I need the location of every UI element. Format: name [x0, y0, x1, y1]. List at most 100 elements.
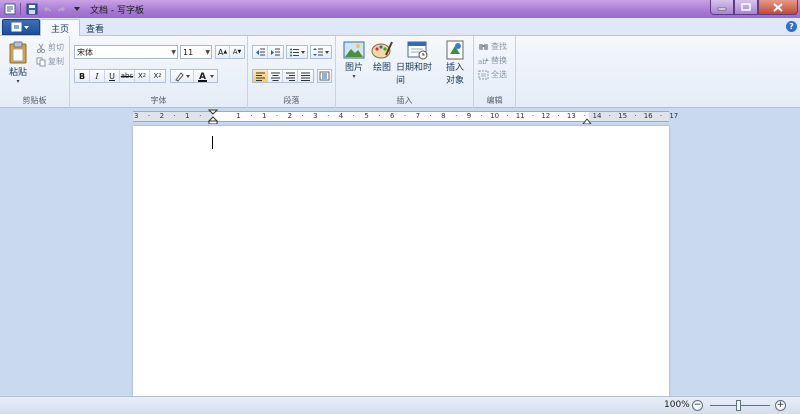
ruler-tick-label: 2 [287, 112, 293, 120]
app-menu-button[interactable] [2, 19, 40, 35]
ruler-tick-label: 5 [364, 112, 369, 120]
ruler-tick-label: 9 [466, 112, 472, 120]
horizontal-ruler[interactable]: 3 · 2 · 1 · 1 · 1 · 2 · 3 · 4 · 5 · 6 · 7 · 8 · 9 · 10 · 11 · 12 · 13 · 14… [133, 109, 678, 125]
list-button[interactable] [286, 45, 308, 59]
picture-label: 图片 [344, 63, 363, 73]
italic-icon[interactable]: I [90, 70, 105, 82]
align-center-icon[interactable] [268, 70, 283, 82]
ruler-tick-dot: · [352, 112, 355, 120]
find-button[interactable]: 查找 [478, 41, 507, 52]
picture-dropdown-icon[interactable]: ▾ [352, 73, 355, 80]
line-spacing-button[interactable] [310, 45, 332, 59]
redo-icon[interactable] [55, 3, 68, 16]
ruler-tick-dot: · [199, 112, 202, 120]
datetime-button[interactable]: 日期和时间 [396, 40, 440, 86]
justify-icon[interactable] [298, 70, 313, 82]
grow-font-icon[interactable]: A ▲ [216, 46, 231, 58]
minimize-button[interactable] [710, 0, 734, 15]
tab-home[interactable]: 主页 [40, 19, 81, 37]
font-size-dropdown-icon[interactable]: ▼ [205, 46, 210, 59]
ruler-tick-dot: · [301, 112, 304, 120]
paragraph-settings-button[interactable] [317, 69, 332, 83]
line-spacing-icon[interactable] [311, 46, 331, 58]
font-family-dropdown-icon[interactable]: ▼ [171, 46, 176, 59]
ruler-tick-dot: · [634, 112, 637, 120]
ruler-tick-label: 15 [618, 112, 628, 120]
ruler-tick-dot: · [173, 112, 176, 120]
editing-group: 查找 ab 替换 全选 编辑 [474, 36, 516, 108]
font-grow-shrink: A ▲ A ▼ [215, 45, 245, 59]
shrink-font-icon[interactable]: A ▼ [230, 46, 244, 58]
text-cursor [212, 136, 213, 149]
zoom-in-icon[interactable]: + [775, 400, 786, 411]
ribbon: 粘贴 ▾ 剪切 复制 剪贴板 宋体 ▼ 11 ▼ A ▲ A ▼ B I U a… [0, 36, 800, 108]
font-family-select[interactable]: 宋体 ▼ [74, 45, 178, 59]
help-icon[interactable]: ? [786, 21, 797, 32]
window-title: 文档 - 写字板 [90, 5, 144, 16]
select-all-icon [478, 70, 489, 79]
font-group-label: 字体 [150, 96, 167, 105]
ruler-tick-dot: · [455, 112, 458, 120]
ruler-tick-label: 4 [338, 112, 344, 120]
picture-button[interactable]: 图片 ▾ [340, 40, 368, 80]
paint-drawing-button[interactable]: 绘图 [368, 40, 396, 73]
strikethrough-icon[interactable]: abc [120, 70, 135, 82]
ruler-tick-label: 3 [313, 112, 318, 120]
cut-icon [36, 43, 46, 53]
cut-label: 剪切 [48, 43, 64, 52]
ruler-tick-label: 14 [592, 112, 602, 120]
ruler-tick-label: 12 [541, 112, 551, 120]
document-page[interactable] [133, 126, 669, 396]
increase-indent-icon[interactable] [268, 46, 283, 58]
bulleted-list-icon[interactable] [287, 46, 307, 58]
ruler-tick-label: 10 [490, 112, 500, 120]
copy-label: 复制 [48, 57, 64, 66]
paragraph-icon[interactable] [318, 70, 331, 82]
ruler-tick-dot: · [250, 112, 253, 120]
highlight-color-icon[interactable] [171, 70, 195, 82]
copy-button[interactable]: 复制 [36, 56, 64, 67]
paint-drawing-label: 绘图 [372, 63, 391, 73]
replace-icon: ab [478, 57, 489, 66]
ruler-tick-label: 13 [566, 112, 576, 120]
superscript-icon[interactable]: X2 [150, 70, 165, 82]
paste-button[interactable]: 粘贴 ▾ [5, 40, 31, 85]
ruler-tick-dot: · [403, 112, 407, 120]
zoom-out-icon[interactable]: − [692, 400, 703, 411]
insert-object-button[interactable]: 插入 对象 [440, 40, 470, 86]
zoom-slider-thumb[interactable] [736, 400, 741, 411]
ruler-tick-dot: · [429, 112, 432, 120]
svg-text:ab: ab [478, 58, 487, 66]
ruler-tick-label: 3 [133, 112, 139, 120]
ruler-tick-dot: · [327, 112, 330, 120]
ruler-tick-label: 1 [261, 112, 267, 120]
subscript-icon[interactable]: X2 [135, 70, 150, 82]
paragraph-group-label: 段落 [283, 96, 300, 105]
replace-button[interactable]: ab 替换 [478, 55, 507, 66]
cut-button[interactable]: 剪切 [36, 42, 64, 53]
bold-icon[interactable]: B [75, 70, 90, 82]
undo-icon[interactable] [40, 3, 53, 16]
text-color-icon[interactable]: A [194, 70, 217, 82]
editing-group-label: 编辑 [486, 96, 503, 105]
replace-label: 替换 [491, 56, 507, 65]
font-size-select[interactable]: 11 ▼ [180, 45, 212, 59]
save-icon[interactable] [25, 3, 38, 16]
align-right-icon[interactable] [283, 70, 298, 82]
select-all-button[interactable]: 全选 [478, 69, 507, 80]
indent-toolbar [252, 45, 284, 59]
underline-icon[interactable]: U [105, 70, 120, 82]
maximize-button[interactable] [734, 0, 758, 15]
align-left-icon[interactable] [253, 70, 268, 82]
indent-marker-icon[interactable] [208, 109, 218, 125]
decrease-indent-icon[interactable] [253, 46, 268, 58]
customize-dropdown-icon[interactable] [70, 3, 83, 16]
paste-label: 粘贴 [8, 68, 27, 78]
ruler-tick-label: 7 [415, 112, 421, 120]
paste-dropdown-icon[interactable]: ▾ [16, 78, 19, 85]
close-button[interactable] [758, 0, 798, 15]
tab-view[interactable]: 查看 [76, 19, 114, 37]
ruler-tick-label: 1 [236, 112, 241, 120]
wordpad-icon[interactable] [3, 3, 16, 16]
paragraph-group: 段落 [248, 36, 336, 108]
